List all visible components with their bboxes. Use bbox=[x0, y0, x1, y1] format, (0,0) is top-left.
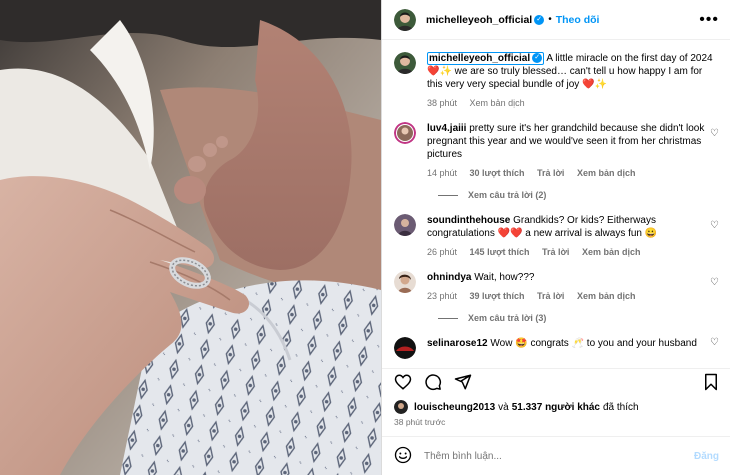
comment-username[interactable]: luv4.jaiii bbox=[427, 123, 466, 134]
likes-summary: louischeung2013 và 51.337 người khác đã … bbox=[394, 400, 639, 414]
post-time[interactable]: 38 phút trước bbox=[394, 417, 445, 427]
likes-liked: đã thích bbox=[602, 401, 639, 413]
comment-composer: Đăng bbox=[382, 436, 730, 475]
post-photo[interactable] bbox=[0, 0, 381, 475]
avatar[interactable] bbox=[394, 214, 416, 236]
comment-like-heart-icon[interactable]: ♡ bbox=[707, 337, 719, 359]
caption-time[interactable]: 38 phút bbox=[427, 98, 457, 108]
replies-divider bbox=[438, 317, 458, 319]
comment-item: luv4.jaiii pretty sure it's her grandchi… bbox=[394, 122, 719, 180]
reply-button[interactable]: Trả lời bbox=[542, 247, 569, 257]
post-comment-button[interactable]: Đăng bbox=[694, 451, 719, 462]
replies-divider bbox=[438, 194, 458, 196]
header-username[interactable]: michelleyeoh_official bbox=[426, 14, 532, 26]
comment-username[interactable]: ohnindya bbox=[427, 272, 471, 283]
more-options-icon[interactable]: ••• bbox=[699, 11, 719, 27]
caption-meta: 38 phút Xem bản dịch bbox=[427, 97, 719, 110]
comment-text: pretty sure it's her grandchild because … bbox=[427, 123, 705, 160]
reply-button[interactable]: Trả lời bbox=[537, 168, 564, 178]
comment-like-heart-icon[interactable]: ♡ bbox=[707, 220, 719, 259]
comment-icon[interactable] bbox=[424, 373, 442, 394]
caption-translate[interactable]: Xem bản dịch bbox=[470, 98, 525, 108]
comment-text: Wait, how??? bbox=[474, 272, 535, 283]
post-header: michelleyeoh_official ✓ • Theo dõi ••• bbox=[382, 0, 730, 40]
photo-illustration bbox=[0, 0, 381, 475]
comment-username[interactable]: selinarose12 bbox=[427, 338, 488, 349]
avatar[interactable] bbox=[394, 8, 416, 31]
view-replies-label: Xem câu trả lời (2) bbox=[468, 190, 547, 200]
comment-item: selinarose12 Wow 🤩 congrats 🥂 to you and… bbox=[394, 337, 719, 359]
comment-time[interactable]: 14 phút bbox=[427, 168, 457, 178]
comment-item: soundinthehouse Grandkids? Or kids? Eith… bbox=[394, 214, 719, 259]
likes-user[interactable]: louischeung2013 bbox=[414, 402, 495, 413]
reply-button[interactable]: Trả lời bbox=[537, 291, 564, 301]
emoji-icon[interactable] bbox=[394, 446, 412, 467]
comment-likes[interactable]: 39 lượt thích bbox=[470, 291, 525, 301]
comment-meta: 23 phút 39 lượt thích Trả lời Xem bản dị… bbox=[427, 290, 707, 303]
verified-badge-icon: ✓ bbox=[534, 14, 545, 25]
avatar[interactable] bbox=[394, 271, 416, 293]
comment-item: ohnindya Wait, how??? 23 phút 39 lượt th… bbox=[394, 271, 719, 303]
caption: michelleyeoh_official ✓ A little miracle … bbox=[394, 52, 719, 110]
share-icon[interactable] bbox=[454, 373, 472, 394]
comments-list[interactable]: michelleyeoh_official ✓ A little miracle … bbox=[382, 44, 730, 362]
comment-meta: 26 phút 145 lượt thích Trả lời Xem bản d… bbox=[427, 246, 707, 259]
avatar[interactable] bbox=[394, 400, 408, 414]
comment-like-heart-icon[interactable]: ♡ bbox=[707, 128, 719, 180]
comment-input[interactable] bbox=[424, 450, 694, 462]
avatar[interactable] bbox=[394, 337, 416, 359]
likes-others[interactable]: 51.337 người khác bbox=[512, 402, 600, 413]
comment-time[interactable]: 23 phút bbox=[427, 291, 457, 301]
caption-username[interactable]: michelleyeoh_official bbox=[429, 53, 530, 64]
translate-button[interactable]: Xem bản dịch bbox=[577, 291, 636, 301]
action-bar bbox=[382, 368, 730, 398]
verified-badge-icon: ✓ bbox=[532, 53, 543, 64]
comment-like-heart-icon[interactable]: ♡ bbox=[707, 277, 719, 303]
separator-dot: • bbox=[548, 14, 552, 25]
instagram-post: michelleyeoh_official ✓ • Theo dõi ••• m… bbox=[0, 0, 730, 475]
likes-and: và bbox=[498, 401, 509, 413]
avatar[interactable] bbox=[394, 52, 416, 74]
like-heart-icon[interactable] bbox=[394, 373, 412, 394]
bookmark-icon[interactable] bbox=[703, 373, 719, 394]
translate-button[interactable]: Xem bản dịch bbox=[582, 247, 641, 257]
comment-username[interactable]: soundinthehouse bbox=[427, 215, 510, 226]
comment-likes[interactable]: 30 lượt thích bbox=[470, 168, 525, 178]
comment-text: Wow 🤩 congrats 🥂 to you and your husband bbox=[490, 338, 697, 349]
comment-time[interactable]: 26 phút bbox=[427, 247, 457, 257]
avatar[interactable] bbox=[394, 122, 416, 144]
comment-meta: 14 phút 30 lượt thích Trả lời Xem bản dị… bbox=[427, 167, 707, 180]
post-sidebar: michelleyeoh_official ✓ • Theo dõi ••• m… bbox=[381, 0, 730, 475]
follow-button[interactable]: Theo dõi bbox=[556, 14, 600, 26]
translate-button[interactable]: Xem bản dịch bbox=[577, 168, 636, 178]
comment-likes[interactable]: 145 lượt thích bbox=[470, 247, 530, 257]
view-replies-button[interactable]: Xem câu trả lời (2) bbox=[438, 190, 719, 200]
view-replies-label: Xem câu trả lời (3) bbox=[468, 313, 547, 323]
view-replies-button[interactable]: Xem câu trả lời (3) bbox=[438, 313, 719, 323]
